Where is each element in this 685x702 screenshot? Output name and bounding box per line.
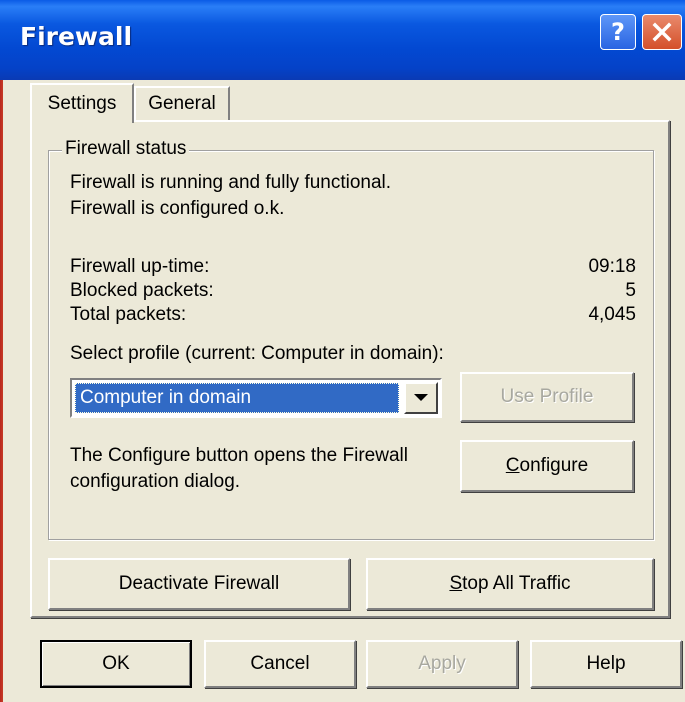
use-profile-button[interactable]: Use Profile: [460, 372, 634, 422]
question-mark-icon: ?: [611, 18, 625, 46]
deactivate-firewall-button[interactable]: Deactivate Firewall: [48, 558, 350, 610]
total-packets-value: 4,045: [588, 304, 636, 325]
profile-dropdown-button[interactable]: [404, 382, 438, 414]
title-bar[interactable]: Firewall ?: [0, 0, 685, 80]
select-profile-label: Select profile (current: Computer in dom…: [70, 343, 444, 364]
uptime-value: 09:18: [588, 256, 636, 277]
chevron-down-icon: [414, 394, 428, 401]
tab-settings[interactable]: Settings: [30, 83, 134, 123]
configure-button-label: Configure: [505, 455, 589, 476]
help-button[interactable]: Help: [530, 640, 682, 688]
stop-all-traffic-label: Stop All Traffic: [449, 573, 571, 594]
configure-description-line1: The Configure button opens the Firewall: [70, 445, 408, 466]
firewall-status-legend: Firewall status: [62, 138, 190, 160]
blocked-packets-value: 5: [625, 280, 636, 301]
total-packets-label: Total packets:: [70, 304, 187, 325]
tab-general[interactable]: General: [134, 86, 230, 120]
window-title: Firewall: [20, 22, 133, 51]
tab-general-label: General: [148, 93, 216, 114]
close-icon: [652, 22, 672, 42]
window-left-edge: [0, 0, 8, 702]
configure-button[interactable]: Configure: [460, 440, 634, 492]
cancel-button[interactable]: Cancel: [204, 640, 356, 688]
uptime-label: Firewall up-time:: [70, 256, 210, 277]
ok-button[interactable]: OK: [40, 640, 192, 688]
status-running-text: Firewall is running and fully functional…: [70, 172, 392, 193]
firewall-dialog: Firewall ? Settings General Firewall sta…: [0, 0, 685, 702]
cancel-label: Cancel: [250, 653, 310, 674]
apply-label: Apply: [418, 653, 466, 674]
apply-button[interactable]: Apply: [366, 640, 518, 688]
deactivate-firewall-label: Deactivate Firewall: [118, 573, 280, 594]
close-button[interactable]: [642, 14, 682, 50]
stop-all-traffic-button[interactable]: Stop All Traffic: [366, 558, 654, 610]
status-configured-text: Firewall is configured o.k.: [70, 198, 285, 219]
configure-description-line2: configuration dialog.: [70, 471, 241, 492]
profile-select[interactable]: Computer in domain: [70, 378, 442, 418]
blocked-packets-label: Blocked packets:: [70, 280, 214, 301]
use-profile-label: Use Profile: [500, 386, 594, 407]
ok-label: OK: [102, 653, 130, 674]
help-label: Help: [586, 653, 626, 674]
tab-settings-label: Settings: [47, 93, 117, 114]
profile-select-value: Computer in domain: [75, 383, 399, 413]
help-title-button[interactable]: ?: [600, 14, 636, 50]
